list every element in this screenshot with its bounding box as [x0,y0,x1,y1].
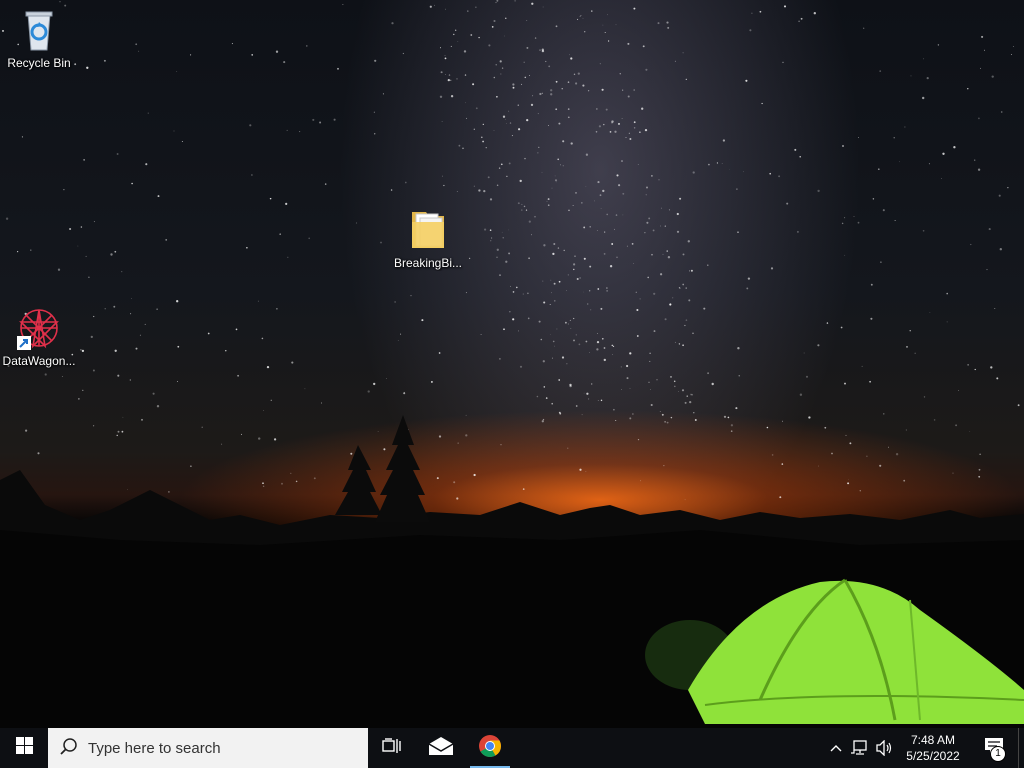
desktop-icon-label: Recycle Bin [7,56,71,70]
notification-count-badge: 1 [990,746,1006,762]
start-button[interactable] [0,728,48,768]
mail-taskbar-button[interactable] [416,728,466,768]
breakingbi-folder-desktop-icon[interactable]: BreakingBi... [390,206,466,271]
clock-date: 5/25/2022 [906,749,960,763]
volume-icon[interactable] [872,728,896,768]
desktop-wallpaper[interactable]: Recycle Bin BreakingBi... DataWagon... [0,0,1024,728]
folder-icon [404,206,452,254]
chrome-icon [478,734,502,763]
datawagon-shortcut-icon [15,304,63,352]
mail-icon [428,736,454,761]
show-desktop-button[interactable] [1018,728,1024,768]
clock-time: 7:48 AM [910,733,956,747]
search-placeholder: Type here to search [88,739,221,757]
landscape-silhouette [0,415,1024,728]
chevron-up-icon[interactable] [824,728,848,768]
recycle-bin-desktop-icon[interactable]: Recycle Bin [1,6,77,71]
search-input[interactable]: Type here to search [48,728,368,768]
system-tray: 7:48 AM 5/25/2022 1 [824,728,1024,768]
datawagon-shortcut-desktop-icon[interactable]: DataWagon... [1,304,77,369]
recycle-bin-icon [15,6,63,54]
taskbar: Type here to search 7:48 AM 5/25/2022 1 [0,728,1024,768]
clock[interactable]: 7:48 AM 5/25/2022 [896,732,970,764]
search-icon [60,737,78,759]
chrome-taskbar-button[interactable] [466,728,514,768]
desktop-icon-label: DataWagon... [2,354,76,368]
desktop-icon-label: BreakingBi... [393,256,463,270]
task-view-icon [382,737,402,759]
action-center-button[interactable]: 1 [970,728,1018,768]
windows-logo-icon [15,737,33,759]
network-icon[interactable] [848,728,872,768]
pine-trees [335,415,430,522]
task-view-button[interactable] [368,728,416,768]
